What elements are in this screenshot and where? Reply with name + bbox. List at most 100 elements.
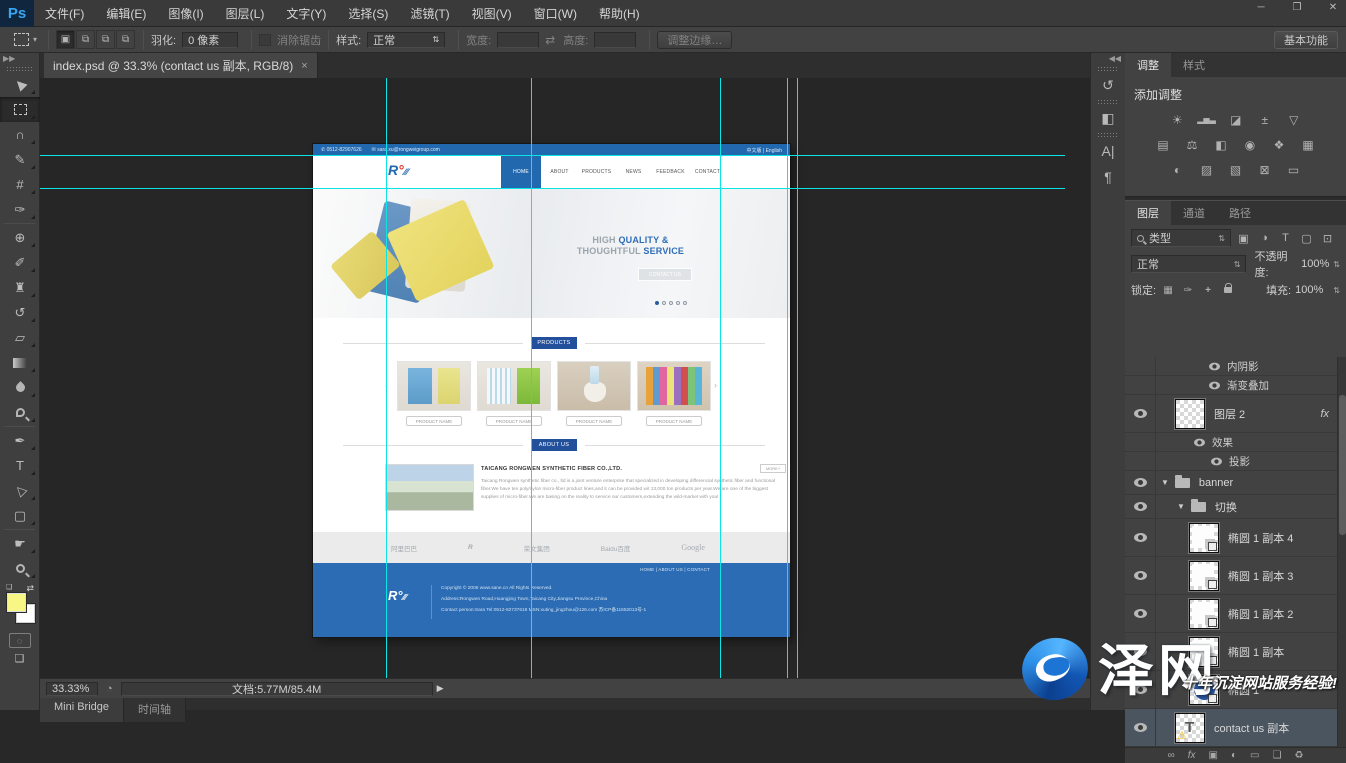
brightness-contrast-icon[interactable]: ☀ bbox=[1168, 113, 1186, 127]
history-panel-icon[interactable]: ↺ bbox=[1091, 72, 1125, 98]
menu-layer[interactable]: 图层(L) bbox=[215, 0, 276, 27]
swap-colors-icon[interactable]: ⇄ bbox=[26, 583, 34, 594]
menu-edit[interactable]: 编辑(E) bbox=[95, 0, 157, 27]
feather-input[interactable]: 0 像素 bbox=[182, 32, 238, 48]
spot-healing-brush-tool[interactable]: ⊕ bbox=[0, 225, 40, 250]
menu-file[interactable]: 文件(F) bbox=[34, 0, 95, 27]
foreground-color-swatch[interactable] bbox=[7, 593, 26, 612]
toolbar-grip[interactable] bbox=[6, 66, 33, 71]
color-lookup-icon[interactable]: ▦ bbox=[1299, 138, 1317, 152]
channel-mixer-icon[interactable]: ❖ bbox=[1270, 138, 1288, 152]
delete-layer-icon[interactable]: ♻ bbox=[1294, 750, 1303, 761]
visibility-eye-icon[interactable] bbox=[1134, 647, 1147, 656]
visibility-eye-icon[interactable] bbox=[1134, 571, 1147, 580]
hand-tool[interactable]: ☛ bbox=[0, 531, 40, 556]
visibility-eye-icon[interactable] bbox=[1211, 457, 1222, 465]
zoom-level-field[interactable]: 33.33% bbox=[46, 682, 98, 696]
minimize-icon[interactable]: ─ bbox=[1254, 2, 1268, 13]
move-tool[interactable]: ▶ bbox=[0, 72, 40, 97]
visibility-eye-icon[interactable] bbox=[1134, 685, 1147, 694]
layer-row[interactable]: 椭圆 1 副本 3 bbox=[1125, 557, 1337, 595]
rectangular-marquee-tool[interactable] bbox=[0, 97, 40, 122]
eraser-tool[interactable]: ▱ bbox=[0, 325, 40, 350]
layer-effect-row[interactable]: 渐变叠加 bbox=[1125, 376, 1337, 395]
layer-row[interactable]: 椭圆 1 副本 bbox=[1125, 633, 1337, 671]
layer-row[interactable]: 椭圆 1 副本 4 bbox=[1125, 519, 1337, 557]
group-disclosure-icon[interactable]: ▼ bbox=[1177, 502, 1185, 511]
tab-layers[interactable]: 图层 bbox=[1125, 201, 1171, 225]
visibility-eye-icon[interactable] bbox=[1134, 533, 1147, 542]
selection-subtract-button[interactable]: ⧉ bbox=[96, 30, 115, 49]
opacity-value[interactable]: 100% bbox=[1301, 258, 1329, 270]
layer-thumbnail[interactable] bbox=[1189, 561, 1219, 591]
layer-row[interactable]: 椭圆 1 副本 2 bbox=[1125, 595, 1337, 633]
fx-badge[interactable]: fx bbox=[1320, 408, 1329, 420]
shape-tool[interactable]: ▢ bbox=[0, 503, 40, 528]
fill-value[interactable]: 100% bbox=[1295, 284, 1323, 296]
layer-effect-row[interactable]: 投影 bbox=[1125, 452, 1337, 471]
visibility-eye-icon[interactable] bbox=[1134, 609, 1147, 618]
document-tab[interactable]: index.psd @ 33.3% (contact us 副本, RGB/8)… bbox=[44, 53, 318, 78]
invert-icon[interactable]: ◐ bbox=[1169, 163, 1187, 177]
layer-thumbnail[interactable] bbox=[1189, 637, 1219, 667]
layer-mask-icon[interactable]: ▣ bbox=[1209, 750, 1218, 761]
menu-help[interactable]: 帮助(H) bbox=[588, 0, 651, 27]
crop-tool[interactable]: # bbox=[0, 172, 40, 197]
close-icon[interactable]: ✕ bbox=[1326, 2, 1340, 13]
layer-group-row[interactable]: ▼ 切换 bbox=[1125, 495, 1337, 519]
zoom-tool[interactable] bbox=[0, 556, 40, 581]
refine-edge-button[interactable]: 调整边缘… bbox=[657, 31, 732, 49]
menu-type[interactable]: 文字(Y) bbox=[275, 0, 337, 27]
quick-selection-tool[interactable]: ✎ bbox=[0, 147, 40, 172]
tab-paths[interactable]: 路径 bbox=[1217, 201, 1263, 225]
tab-channels[interactable]: 通道 bbox=[1171, 201, 1217, 225]
tab-timeline[interactable]: 时间轴 bbox=[124, 698, 186, 722]
paragraph-panel-icon[interactable]: ¶ bbox=[1091, 164, 1125, 190]
menu-filter[interactable]: 滤镜(T) bbox=[399, 0, 460, 27]
visibility-eye-icon[interactable] bbox=[1209, 362, 1220, 370]
layer-row[interactable]: 椭圆 1 bbox=[1125, 671, 1337, 709]
width-input[interactable] bbox=[497, 32, 539, 48]
layer-style-icon[interactable]: fx bbox=[1188, 750, 1196, 761]
layer-thumbnail[interactable] bbox=[1189, 599, 1219, 629]
tool-preset-arrow-icon[interactable]: ▾ bbox=[33, 35, 37, 44]
tab-styles[interactable]: 样式 bbox=[1171, 53, 1217, 77]
layer-row-selected[interactable]: T⚠ contact us 副本 bbox=[1125, 709, 1337, 747]
status-options-arrow-icon[interactable]: ▶ bbox=[437, 683, 444, 694]
adjustment-layer-icon[interactable]: ◐ bbox=[1231, 750, 1237, 761]
visibility-eye-icon[interactable] bbox=[1194, 438, 1205, 446]
color-balance-icon[interactable]: ⚖ bbox=[1183, 138, 1201, 152]
antialias-checkbox[interactable] bbox=[259, 34, 271, 46]
filter-pixel-layers-icon[interactable]: ▣ bbox=[1235, 232, 1252, 245]
filter-adjustment-layers-icon[interactable]: ◑ bbox=[1256, 232, 1273, 244]
filter-smart-objects-icon[interactable]: ⊡ bbox=[1319, 232, 1336, 245]
brush-tool[interactable]: ✐ bbox=[0, 250, 40, 275]
visibility-eye-icon[interactable] bbox=[1134, 409, 1147, 418]
levels-icon[interactable]: ▂▅▃ bbox=[1197, 115, 1215, 124]
filter-type-layers-icon[interactable]: T bbox=[1277, 232, 1294, 244]
layers-scrollbar[interactable] bbox=[1337, 357, 1346, 747]
visibility-eye-icon[interactable] bbox=[1134, 723, 1147, 732]
hue-saturation-icon[interactable]: ▤ bbox=[1154, 138, 1172, 152]
layer-thumbnail[interactable]: T⚠ bbox=[1175, 713, 1205, 743]
new-group-icon[interactable]: ▭ bbox=[1250, 750, 1259, 761]
workspace-switcher-button[interactable]: 基本功能 bbox=[1274, 31, 1338, 49]
lock-transparency-icon[interactable]: ▦ bbox=[1160, 285, 1176, 296]
menu-image[interactable]: 图像(I) bbox=[157, 0, 214, 27]
layer-filter-dropdown[interactable]: 类型 ⇅ bbox=[1131, 229, 1231, 247]
selection-intersect-button[interactable]: ⧉ bbox=[116, 30, 135, 49]
tab-close-icon[interactable]: × bbox=[301, 60, 307, 72]
lock-position-icon[interactable]: + bbox=[1200, 285, 1216, 296]
canvas[interactable]: ✆ 0512-82907626 ✉ sara.xu@rongweigroup.c… bbox=[40, 78, 1090, 678]
lock-pixels-icon[interactable]: ✑ bbox=[1180, 285, 1196, 296]
history-brush-tool[interactable]: ↺ bbox=[0, 300, 40, 325]
blur-tool[interactable] bbox=[0, 375, 40, 400]
layer-row[interactable]: 图层 2 fx bbox=[1125, 395, 1337, 433]
height-input[interactable] bbox=[594, 32, 636, 48]
posterize-icon[interactable]: ▨ bbox=[1198, 163, 1216, 177]
eyedropper-tool[interactable]: ✑ bbox=[0, 197, 40, 222]
path-selection-tool[interactable]: ▷ bbox=[0, 478, 40, 503]
layer-thumbnail[interactable] bbox=[1189, 675, 1219, 705]
character-panel-icon[interactable]: A| bbox=[1091, 138, 1125, 164]
toolbar-expand-icon[interactable]: ▶▶ bbox=[0, 53, 39, 65]
